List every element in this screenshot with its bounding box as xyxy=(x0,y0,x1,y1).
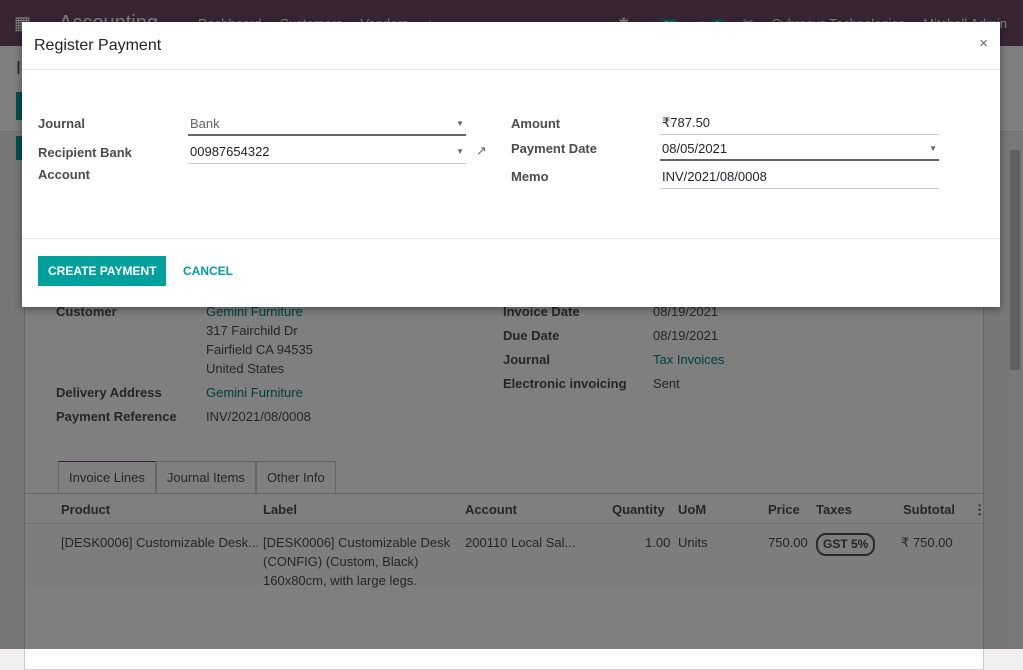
journal-select[interactable]: Bank ▼ xyxy=(188,112,466,136)
register-payment-dialog: Register Payment × Journal Bank ▼ Recipien… xyxy=(22,22,1000,307)
caret-down-icon: ▼ xyxy=(456,119,464,128)
caret-down-icon: ▼ xyxy=(929,144,937,153)
memo-value: INV/2021/08/0008 xyxy=(662,169,767,184)
payment-date-label: Payment Date xyxy=(511,141,597,156)
recipient-bank-select[interactable]: 00987654322 ▼ xyxy=(188,140,466,164)
memo-input[interactable]: INV/2021/08/0008 xyxy=(660,165,939,189)
cancel-button[interactable]: CANCEL xyxy=(183,256,233,286)
amount-input[interactable]: ₹787.50 xyxy=(660,111,939,135)
external-link-icon[interactable]: ↗ xyxy=(476,143,487,159)
journal-value: Bank xyxy=(190,116,220,131)
payment-date-input[interactable]: 08/05/2021 ▼ xyxy=(660,137,939,161)
create-payment-button[interactable]: CREATE PAYMENT xyxy=(38,256,167,286)
caret-down-icon: ▼ xyxy=(456,147,464,156)
date-value: 08/05/2021 xyxy=(662,141,728,156)
journal-label: Journal xyxy=(38,116,85,131)
recipient-label: Recipient Bank Account xyxy=(38,145,132,182)
recipient-value: 00987654322 xyxy=(190,144,270,159)
dialog-title: Register Payment xyxy=(34,37,162,54)
dialog-footer: CREATE PAYMENT CANCEL xyxy=(22,238,1000,307)
amount-value: ₹787.50 xyxy=(662,115,711,130)
close-icon[interactable]: × xyxy=(979,35,988,52)
memo-label: Memo xyxy=(511,169,549,184)
amount-label: Amount xyxy=(511,116,561,131)
